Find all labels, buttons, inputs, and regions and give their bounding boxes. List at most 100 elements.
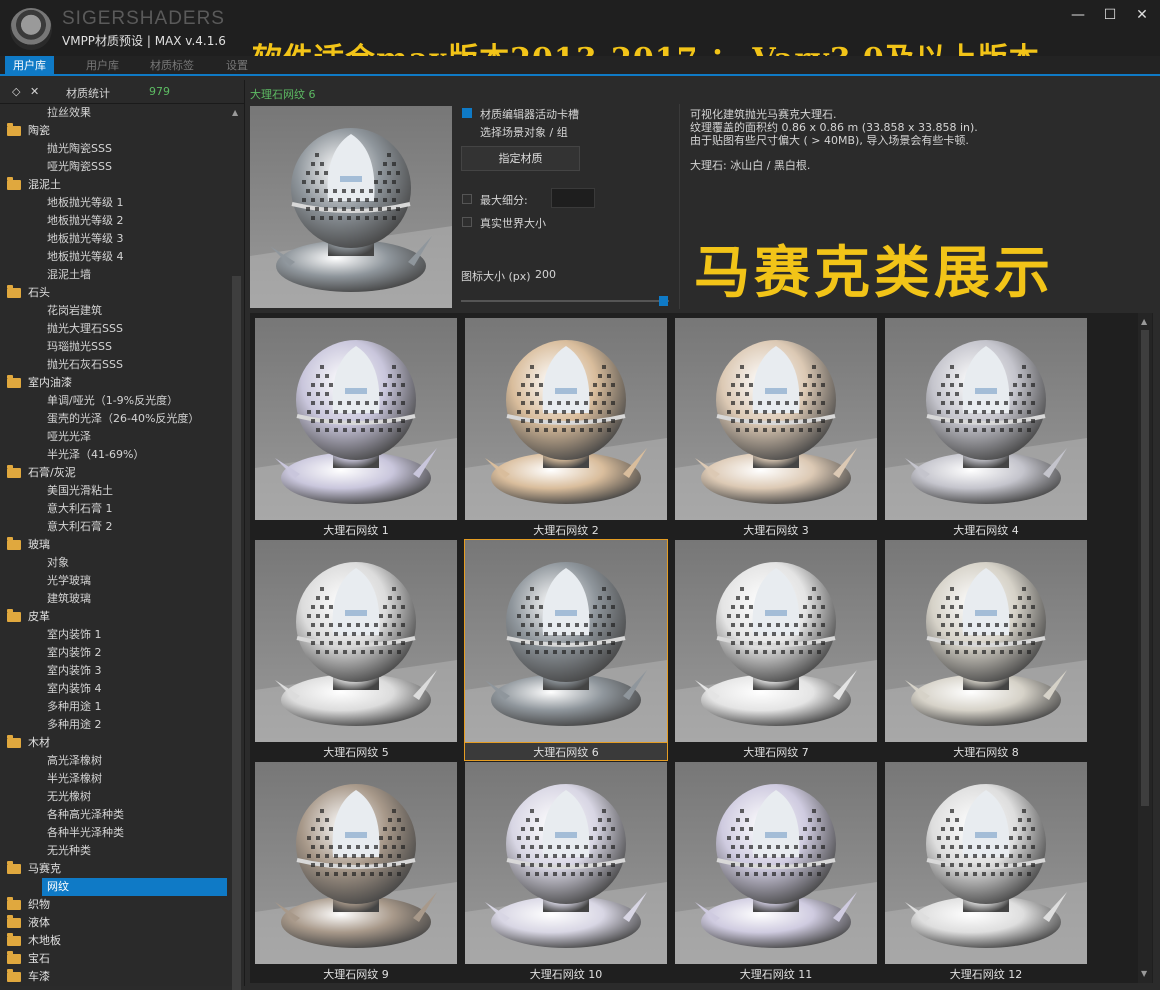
tree-item[interactable]: 高光泽橡树 [0,752,228,770]
tree-item[interactable]: 各种高光泽种类 [0,806,228,824]
category-sidebar: ◇ ✕ 材质统计 979 拉丝效果 陶瓷 抛光陶瓷SSS 哑光陶瓷SSS 混泥土 地板抛光… [0,80,245,990]
folder-icon [7,861,21,874]
tree-item[interactable]: 无光橡树 [0,788,228,806]
tree-item[interactable]: 哑光光泽 [0,428,228,446]
material-thumbnail[interactable] [465,318,667,520]
tree-item[interactable]: 地板抛光等级 2 [0,212,228,230]
tree-category[interactable]: 石头 [0,284,228,302]
material-card[interactable]: 大理石网纹 9 [255,762,457,982]
tree-category[interactable]: 木地板 [0,932,228,950]
tree-category[interactable]: 皮革 [0,608,228,626]
tree-item[interactable]: 蛋壳的光泽（26-40%反光度） [0,410,228,428]
expand-all-icon[interactable]: ◇ [12,85,20,98]
tab-user-library-2[interactable]: 用户库 [78,56,127,76]
material-card[interactable]: 大理石网纹 5 [255,540,457,760]
material-thumbnail[interactable] [255,318,457,520]
scroll-up-icon[interactable]: ▲ [232,108,238,117]
tree-category[interactable]: 室内油漆 [0,374,228,392]
tree-category[interactable]: 马赛克 [0,860,228,878]
tree-category-label: 木材 [28,736,50,749]
folder-icon [7,609,21,622]
material-card[interactable]: 大理石网纹 10 [465,762,667,982]
material-thumbnail[interactable] [675,318,877,520]
tab-material-tags[interactable]: 材质标签 [142,56,202,76]
max-subdivs-checkbox[interactable] [462,194,472,204]
material-caption: 大理石网纹 11 [739,968,813,981]
material-card[interactable]: 大理石网纹 6 [464,539,668,761]
tree-item[interactable]: 半光泽（41-69%） [0,446,228,464]
tree-item[interactable]: 混泥土墙 [0,266,228,284]
material-card[interactable]: 大理石网纹 3 [675,318,877,538]
tree-item[interactable]: 室内装饰 4 [0,680,228,698]
tree-item[interactable]: 抛光石灰石SSS [0,356,228,374]
tree-item[interactable]: 室内装饰 2 [0,644,228,662]
tree-item[interactable]: 室内装饰 3 [0,662,228,680]
material-thumbnail[interactable] [885,318,1087,520]
tree-category[interactable]: 混泥土 [0,176,228,194]
tree-category[interactable]: 陶瓷 [0,122,228,140]
tree-item[interactable]: 半光泽橡树 [0,770,228,788]
real-world-checkbox[interactable] [462,217,472,227]
tree-item[interactable]: 地板抛光等级 4 [0,248,228,266]
tree-item[interactable]: 意大利石膏 2 [0,518,228,536]
tree-category[interactable]: 木材 [0,734,228,752]
tree-item[interactable]: 美国光滑粘土 [0,482,228,500]
tree-item[interactable]: 无光种类 [0,842,228,860]
material-card[interactable]: 大理石网纹 12 [885,762,1087,982]
tree-item[interactable]: 室内装饰 1 [0,626,228,644]
material-thumbnail[interactable] [885,762,1087,964]
tree-category[interactable]: 玻璃 [0,536,228,554]
material-card[interactable]: 大理石网纹 4 [885,318,1087,538]
material-card[interactable]: 大理石网纹 11 [675,762,877,982]
icon-size-slider[interactable] [461,300,669,302]
grid-scroll-thumb[interactable] [1141,330,1149,806]
material-thumbnail[interactable] [675,762,877,964]
tree-category[interactable]: 车漆 [0,968,228,984]
tree-category[interactable]: 宝石 [0,950,228,968]
tree-item[interactable]: 抛光陶瓷SSS [0,140,228,158]
max-subdivs-input[interactable] [551,188,595,208]
grid-scroll-down-icon[interactable]: ▼ [1141,969,1147,978]
tree-category[interactable]: 石膏/灰泥 [0,464,228,482]
material-thumbnail[interactable] [885,540,1087,742]
tree-item[interactable]: 花岗岩建筑 [0,302,228,320]
tree-item[interactable]: 对象 [0,554,228,572]
tab-user-library[interactable]: 用户库 [5,56,54,76]
tree-item[interactable]: 地板抛光等级 3 [0,230,228,248]
tab-settings[interactable]: 设置 [218,56,256,76]
material-thumbnail[interactable] [464,539,668,743]
tree-item-selected[interactable]: 网纹 [42,878,227,896]
assign-material-button[interactable]: 指定材质 [461,146,580,171]
tree-item[interactable]: 单调/哑光（1-9%反光度） [0,392,228,410]
tree-category[interactable]: 织物 [0,896,228,914]
icon-size-slider-handle[interactable] [659,296,668,306]
tree-item[interactable]: 多种用途 2 [0,716,228,734]
tree-item[interactable]: 意大利石膏 1 [0,500,228,518]
tree-category[interactable]: 液体 [0,914,228,932]
maximize-button[interactable]: ☐ [1096,4,1124,26]
material-thumbnail[interactable] [675,540,877,742]
material-thumbnail[interactable] [255,762,457,964]
material-card[interactable]: 大理石网纹 8 [885,540,1087,760]
tree-item[interactable]: 拉丝效果 [0,104,228,122]
tree-item[interactable]: 地板抛光等级 1 [0,194,228,212]
slot-checkbox[interactable] [462,108,472,118]
select-objects-label[interactable]: 选择场景对象 / 组 [480,124,568,140]
material-card[interactable]: 大理石网纹 2 [465,318,667,538]
material-thumbnail[interactable] [465,762,667,964]
minimize-button[interactable]: — [1064,4,1092,26]
tree-item[interactable]: 光学玻璃 [0,572,228,590]
tree-item[interactable]: 多种用途 1 [0,698,228,716]
close-button[interactable]: ✕ [1128,4,1156,26]
sidebar-scroll-thumb[interactable] [232,276,241,990]
tree-item[interactable]: 抛光大理石SSS [0,320,228,338]
tree-item[interactable]: 各种半光泽种类 [0,824,228,842]
material-card[interactable]: 大理石网纹 7 [675,540,877,760]
tree-item[interactable]: 哑光陶瓷SSS [0,158,228,176]
material-thumbnail[interactable] [255,540,457,742]
material-card[interactable]: 大理石网纹 1 [255,318,457,538]
tree-item[interactable]: 玛瑙抛光SSS [0,338,228,356]
collapse-icon[interactable]: ✕ [30,85,39,98]
grid-scroll-up-icon[interactable]: ▲ [1141,317,1147,326]
tree-item[interactable]: 建筑玻璃 [0,590,228,608]
